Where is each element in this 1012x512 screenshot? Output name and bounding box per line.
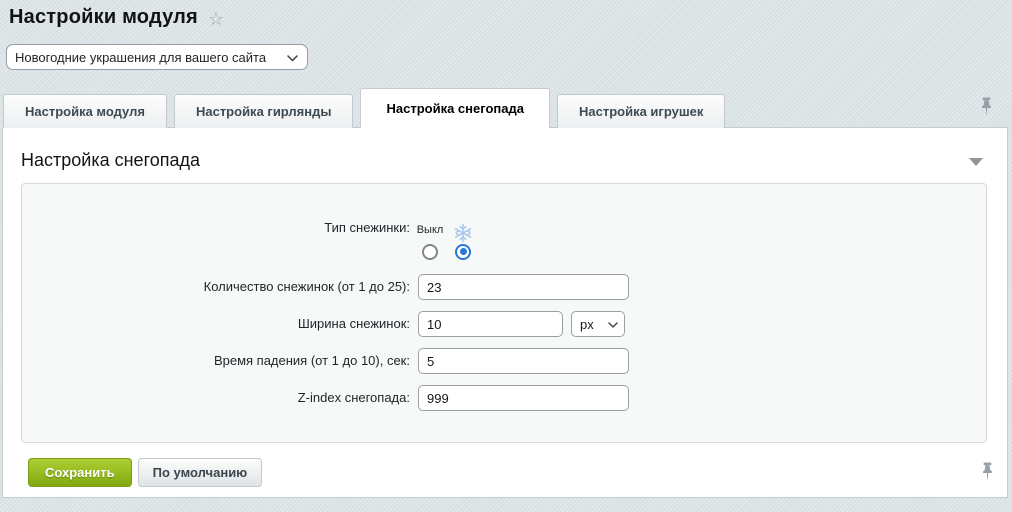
z-index-row: Z-index снегопада: <box>22 385 986 411</box>
snow-type-row: Тип снежинки: Выкл <box>22 218 986 264</box>
z-index-label: Z-index снегопада: <box>22 385 418 411</box>
snow-width-label: Ширина снежинок: <box>22 311 418 337</box>
module-select-value: Новогодние украшения для вашего сайта <box>15 50 266 65</box>
pin-icon[interactable] <box>980 97 993 117</box>
settings-page: Настройки модуля ☆ Новогодние украшения … <box>0 0 1012 512</box>
z-index-input[interactable] <box>418 385 629 411</box>
snow-type-radio-off[interactable] <box>422 244 438 260</box>
snow-type-off-label: Выкл <box>417 223 444 241</box>
tab-toys-settings[interactable]: Настройка игрушек <box>557 94 725 128</box>
snow-count-label: Количество снежинок (от 1 до 25): <box>22 274 418 300</box>
snow-type-option-off: Выкл <box>418 223 442 260</box>
fall-time-row: Время падения (от 1 до 10), сек: <box>22 348 986 374</box>
page-title: Настройки модуля <box>9 6 198 29</box>
snow-width-input[interactable] <box>418 311 563 337</box>
collapse-section-icon[interactable] <box>969 158 983 166</box>
snow-width-unit-value: px <box>580 317 594 332</box>
tab-garland-settings[interactable]: Настройка гирлянды <box>174 94 354 128</box>
chevron-down-icon <box>287 55 298 62</box>
snow-count-row: Количество снежинок (от 1 до 25): <box>22 274 986 300</box>
tab-strip: Настройка модуля Настройка гирлянды Наст… <box>3 88 725 128</box>
snow-count-input[interactable] <box>418 274 629 300</box>
snowfall-form: Тип снежинки: Выкл <box>21 183 987 443</box>
default-button[interactable]: По умолчанию <box>138 458 263 487</box>
snow-type-field: Выкл <box>418 218 475 264</box>
snow-width-unit-select[interactable]: px <box>571 311 625 337</box>
favorite-star-icon[interactable]: ☆ <box>208 10 224 28</box>
tab-module-settings[interactable]: Настройка модуля <box>3 94 167 128</box>
page-header: Настройки модуля ☆ <box>9 6 224 29</box>
snowfall-settings-panel: Настройка снегопада Тип снежинки: Выкл <box>2 127 1008 498</box>
fall-time-label: Время падения (от 1 до 10), сек: <box>22 348 418 374</box>
snow-type-radio-snowflake[interactable] <box>455 244 471 260</box>
footer-buttons: Сохранить По умолчанию <box>28 458 262 487</box>
snow-type-options: Выкл <box>418 223 475 260</box>
section-title: Настройка снегопада <box>21 150 200 171</box>
tab-snowfall-settings[interactable]: Настройка снегопада <box>360 88 550 128</box>
module-select[interactable]: Новогодние украшения для вашего сайта <box>6 44 308 70</box>
snowflake-icon <box>453 223 473 241</box>
chevron-down-icon <box>608 322 618 328</box>
snow-width-row: Ширина снежинок: px <box>22 311 986 337</box>
save-button[interactable]: Сохранить <box>28 458 132 487</box>
snow-type-label: Тип снежинки: <box>22 218 418 264</box>
snow-type-option-snowflake <box>451 223 475 260</box>
pin-icon[interactable] <box>981 462 994 482</box>
fall-time-input[interactable] <box>418 348 629 374</box>
